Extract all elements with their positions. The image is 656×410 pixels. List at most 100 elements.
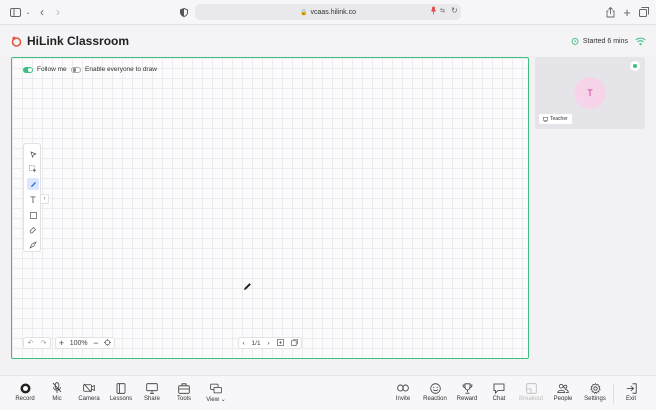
page-indicator: 1/1 — [251, 339, 261, 347]
settings-label: Settings — [584, 396, 606, 402]
invite-button[interactable]: Invite — [385, 382, 421, 402]
camera-off-icon — [83, 383, 95, 393]
pen-icon[interactable] — [27, 178, 39, 190]
zoom-out-icon[interactable]: − — [93, 338, 98, 348]
follow-me-label: Follow me — [37, 66, 67, 73]
avatar: T — [574, 77, 606, 109]
whiteboard-canvas[interactable] — [11, 57, 529, 359]
undo-icon[interactable]: ↶ — [28, 339, 34, 347]
wifi-icon — [635, 37, 646, 46]
shape-rectangle-icon[interactable] — [27, 209, 39, 221]
redo-icon[interactable]: ↷ — [41, 339, 47, 347]
chat-button[interactable]: Chat — [481, 382, 517, 402]
view-label: View ⌄ — [206, 397, 226, 403]
app-title: HiLink Classroom — [27, 34, 130, 48]
reward-label: Reward — [456, 396, 478, 402]
exit-icon — [626, 382, 637, 394]
microphone-icon[interactable] — [431, 6, 436, 17]
record-icon — [20, 383, 30, 393]
forward-icon[interactable]: › — [51, 5, 65, 19]
toolbox-icon — [178, 382, 190, 394]
chat-label: Chat — [492, 396, 506, 402]
enable-draw-label: Enable everyone to draw — [85, 66, 157, 73]
reload-icon[interactable]: ↻ — [451, 6, 458, 15]
role-label: Teacher — [550, 116, 568, 122]
role-badge: Teacher — [539, 114, 572, 124]
reaction-label: Reaction — [423, 396, 447, 402]
back-icon[interactable]: ‹ — [35, 5, 49, 19]
tools-button[interactable]: Tools — [166, 382, 202, 402]
enable-draw-toggle[interactable]: Enable everyone to draw — [71, 66, 157, 73]
collapse-toolbar-chevron-icon[interactable]: ‹ — [41, 194, 49, 204]
zoom-controls: + 100% − — [55, 337, 115, 349]
book-icon — [116, 382, 126, 394]
mic-button[interactable]: Mic — [39, 382, 75, 402]
prev-page-icon[interactable]: ‹ — [242, 340, 244, 347]
lock-icon: 🔒 — [299, 9, 308, 16]
mic-active-icon — [630, 61, 640, 71]
breakout-button[interactable]: Breakout — [513, 382, 549, 402]
translate-icon[interactable]: ⇆ — [440, 7, 445, 14]
copy-page-icon[interactable] — [290, 338, 298, 348]
people-icon — [557, 383, 569, 393]
breakout-icon — [525, 382, 537, 394]
link-icon — [397, 384, 409, 392]
camera-button[interactable]: Camera — [71, 382, 107, 402]
view-icon — [210, 383, 222, 393]
breakout-label: Breakout — [518, 396, 543, 402]
zoom-level: 100% — [69, 339, 88, 347]
people-button[interactable]: People — [545, 382, 581, 402]
chat-icon — [493, 383, 505, 394]
gear-icon — [589, 382, 601, 394]
laser-pointer-icon[interactable] — [27, 239, 39, 251]
marquee-select-icon[interactable] — [27, 163, 39, 175]
add-page-icon[interactable] — [276, 338, 284, 348]
share-icon[interactable] — [603, 5, 617, 19]
shield-icon[interactable] — [177, 5, 191, 19]
next-page-icon[interactable]: › — [268, 340, 270, 347]
eraser-icon[interactable] — [27, 224, 39, 236]
record-button[interactable]: Record — [7, 382, 43, 402]
view-button[interactable]: View ⌄ — [198, 382, 234, 403]
mic-label: Mic — [52, 396, 62, 402]
pen-cursor-icon — [244, 283, 251, 290]
trophy-icon — [462, 382, 472, 394]
monitor-icon — [146, 382, 158, 394]
select-pointer-icon[interactable] — [27, 148, 39, 160]
people-label: People — [553, 396, 573, 402]
smile-icon — [429, 382, 441, 394]
invite-label: Invite — [395, 396, 411, 402]
reward-button[interactable]: Reward — [449, 382, 485, 402]
alarm-clock-icon — [571, 37, 579, 45]
lessons-label: Lessons — [109, 396, 133, 402]
follow-me-switch[interactable] — [23, 66, 33, 73]
record-label: Record — [15, 396, 35, 402]
exit-label: Exit — [625, 396, 636, 402]
tabs-overview-icon[interactable] — [637, 5, 651, 19]
address-bar[interactable]: 🔒 vcaas.hilink.co — [195, 4, 461, 20]
fit-to-screen-icon[interactable] — [104, 338, 112, 348]
enable-draw-switch[interactable] — [71, 66, 81, 73]
reaction-button[interactable]: Reaction — [417, 382, 453, 402]
session-timer: Started 6 mins — [571, 37, 628, 45]
new-tab-icon[interactable]: + — [620, 5, 634, 20]
started-text: Started 6 mins — [582, 37, 628, 45]
hilink-logo-icon — [11, 36, 22, 47]
url-text: vcaas.hilink.co — [310, 8, 356, 16]
undo-redo-group: ↶ ↷ — [23, 337, 51, 349]
mic-off-icon — [52, 382, 62, 393]
exit-button[interactable]: Exit — [613, 382, 649, 402]
page-navigation: ‹ 1/1 › — [238, 337, 302, 349]
zoom-in-icon[interactable]: + — [59, 338, 64, 348]
camera-label: Camera — [78, 396, 100, 402]
chevron-down-icon[interactable]: ⌄ — [21, 5, 35, 19]
follow-me-toggle[interactable]: Follow me — [23, 66, 67, 73]
settings-button[interactable]: Settings — [577, 382, 613, 402]
sidebar-toggle-icon[interactable] — [8, 5, 22, 19]
tools-label: Tools — [176, 396, 191, 402]
share-label: Share — [143, 396, 160, 402]
person-board-icon — [543, 116, 548, 122]
drawing-toolbar: T — [23, 143, 41, 252]
share-button[interactable]: Share — [134, 382, 170, 402]
text-tool-icon[interactable]: T — [27, 194, 39, 206]
